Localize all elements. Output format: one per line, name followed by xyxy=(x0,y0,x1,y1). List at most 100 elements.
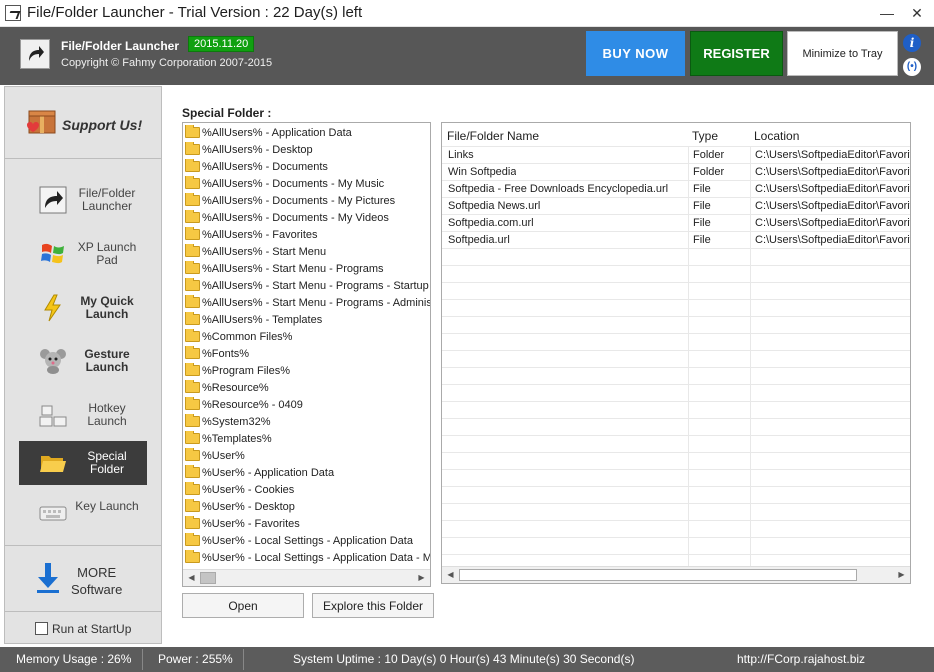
list-item[interactable]: %System32% xyxy=(183,414,430,431)
list-item[interactable]: %Common Files% xyxy=(183,329,430,346)
windows-xp-icon xyxy=(41,243,64,264)
list-item[interactable]: %AllUsers% - Start Menu xyxy=(183,244,430,261)
app-name: File/Folder Launcher xyxy=(61,39,180,53)
sidebar-item-label: Key Launch xyxy=(75,499,139,513)
list-item[interactable]: %User% - Cookies xyxy=(183,482,430,499)
more-software-button[interactable]: MORE Software xyxy=(5,545,161,612)
column-header-location[interactable]: Location xyxy=(754,129,799,143)
checkbox-box[interactable] xyxy=(35,622,48,635)
cell-type: Folder xyxy=(693,166,725,178)
list-item[interactable]: %AllUsers% - Documents - My Music xyxy=(183,176,430,193)
list-item[interactable]: %AllUsers% - Documents - My Videos xyxy=(183,210,430,227)
table-row[interactable]: Links Folder C:\Users\SoftpediaEditor\Favo… xyxy=(442,147,910,164)
website-link[interactable]: http://FCorp.rajahost.biz xyxy=(737,652,865,666)
support-us-button[interactable]: Support Us! xyxy=(5,87,161,159)
folder-icon xyxy=(185,363,200,376)
minimize-button[interactable]: — xyxy=(872,0,902,27)
scroll-right-icon[interactable]: ▶ xyxy=(413,570,430,586)
table-row xyxy=(442,436,910,453)
sidebar-item-hotkey-launch[interactable]: Hotkey Launch xyxy=(19,393,147,437)
folder-icon xyxy=(185,465,200,478)
list-item-label: %User% - Favorites xyxy=(202,518,300,530)
list-item[interactable]: %User% xyxy=(183,448,430,465)
scroll-thumb[interactable] xyxy=(459,569,857,581)
scroll-left-icon[interactable]: ◀ xyxy=(183,570,200,586)
list-item[interactable]: %AllUsers% - Start Menu - Programs - Sta… xyxy=(183,278,430,295)
column-header-type[interactable]: Type xyxy=(692,129,718,143)
list-item-label: %User% - Local Settings - Application Da… xyxy=(202,535,413,547)
open-button[interactable]: Open xyxy=(182,593,304,618)
list-item[interactable]: %AllUsers% - Documents - My Pictures xyxy=(183,193,430,210)
buy-now-button[interactable]: BUY NOW xyxy=(586,31,685,76)
minimize-to-tray-button[interactable]: Minimize to Tray xyxy=(787,31,898,76)
version-badge: 2015.11.20 xyxy=(188,36,255,52)
sidebar-item-file-folder-launcher[interactable]: File/Folder Launcher xyxy=(19,178,147,222)
register-button[interactable]: REGISTER xyxy=(690,31,783,76)
list-item-label: %Templates% xyxy=(202,433,272,445)
table-row xyxy=(442,487,910,504)
list-item-label: %AllUsers% - Favorites xyxy=(202,229,318,241)
list-item[interactable]: %Fonts% xyxy=(183,346,430,363)
list-item[interactable]: %AllUsers% - Desktop xyxy=(183,142,430,159)
folder-icon xyxy=(185,431,200,444)
column-header-name[interactable]: File/Folder Name xyxy=(447,129,539,143)
scroll-right-icon[interactable]: ▶ xyxy=(893,567,910,583)
list-item[interactable]: %Program Files% xyxy=(183,363,430,380)
sidebar-item-special-folder[interactable]: Special Folder xyxy=(19,441,147,485)
folder-icon xyxy=(185,516,200,529)
folder-list-scrollbar[interactable]: ◀ ▶ xyxy=(183,569,430,586)
scroll-thumb[interactable] xyxy=(200,572,216,584)
scroll-left-icon[interactable]: ◀ xyxy=(442,567,459,583)
list-item[interactable]: %Resource% xyxy=(183,380,430,397)
list-item[interactable]: %AllUsers% - Documents xyxy=(183,159,430,176)
window-title: File/Folder Launcher - Trial Version : 2… xyxy=(27,4,363,21)
table-row[interactable]: Softpedia.com.url File C:\Users\SoftpediaE… xyxy=(442,215,910,232)
folder-icon xyxy=(185,482,200,495)
table-row[interactable]: Softpedia - Free Downloads Encyclopedia.… xyxy=(442,181,910,198)
list-item[interactable]: %User% - Desktop xyxy=(183,499,430,516)
folder-icon xyxy=(185,278,200,291)
file-table[interactable]: File/Folder Name Type Location Links Fold… xyxy=(441,122,911,584)
folder-icon xyxy=(185,193,200,206)
sidebar: Support Us! File/Folder Launcher XP Laun… xyxy=(4,86,162,644)
list-item-label: %Resource% - 0409 xyxy=(202,399,303,411)
support-label: Support Us! xyxy=(62,117,143,133)
list-item[interactable]: %Templates% xyxy=(183,431,430,448)
list-item-label: %User% - Application Data xyxy=(202,467,335,479)
app-icon xyxy=(5,5,21,21)
list-item[interactable]: %User% - Local Settings - Application Da… xyxy=(183,550,431,567)
special-folder-list[interactable]: %AllUsers% - Application Data %AllUsers% … xyxy=(182,122,431,587)
list-item-label: %User% xyxy=(202,450,245,462)
close-button[interactable]: ✕ xyxy=(902,0,932,27)
list-item[interactable]: %AllUsers% - Favorites xyxy=(183,227,430,244)
run-at-startup-checkbox[interactable]: Run at StartUp xyxy=(35,622,131,636)
sidebar-item-xp-launch-pad[interactable]: XP Launch Pad xyxy=(19,232,147,276)
folder-icon xyxy=(185,295,200,308)
explore-folder-button[interactable]: Explore this Folder xyxy=(312,593,434,618)
list-item[interactable]: %AllUsers% - Start Menu - Programs - Adm… xyxy=(183,295,430,312)
list-item[interactable]: %Resource% - 0409 xyxy=(183,397,430,414)
table-row[interactable]: Softpedia News.url File C:\Users\Softpedia… xyxy=(442,198,910,215)
sidebar-item-gesture-launch[interactable]: Gesture Launch xyxy=(19,339,147,383)
list-item[interactable]: %User% - Local Settings - Application Da… xyxy=(183,533,430,550)
list-item-label: %User% - Local Settings - Application Da… xyxy=(202,552,431,564)
list-item[interactable]: %AllUsers% - Application Data xyxy=(183,125,430,142)
folder-icon xyxy=(185,176,200,189)
folder-icon xyxy=(185,550,200,563)
list-item[interactable]: %User% - Favorites xyxy=(183,516,430,533)
status-separator xyxy=(243,649,244,670)
info-icon[interactable]: i xyxy=(903,34,921,52)
table-scrollbar[interactable]: ◀ ▶ xyxy=(442,566,910,583)
table-row xyxy=(442,283,910,300)
list-item[interactable]: %AllUsers% - Templates xyxy=(183,312,430,329)
list-item[interactable]: %User% - Application Data xyxy=(183,465,430,482)
table-row xyxy=(442,538,910,555)
sidebar-item-my-quick-launch[interactable]: My Quick Launch xyxy=(19,286,147,330)
table-row[interactable]: Win Softpedia Folder C:\Users\SoftpediaEdi… xyxy=(442,164,910,181)
network-icon[interactable]: (•) xyxy=(903,58,921,76)
header: File/Folder Launcher 2015.11.20 Copyrigh… xyxy=(0,27,934,85)
list-item[interactable]: %AllUsers% - Start Menu - Programs xyxy=(183,261,430,278)
sidebar-item-key-launch[interactable]: Key Launch xyxy=(19,491,147,535)
sidebar-item-label: My Quick Launch xyxy=(80,294,134,321)
table-row[interactable]: Softpedia.url File C:\Users\SoftpediaEdito… xyxy=(442,232,910,249)
